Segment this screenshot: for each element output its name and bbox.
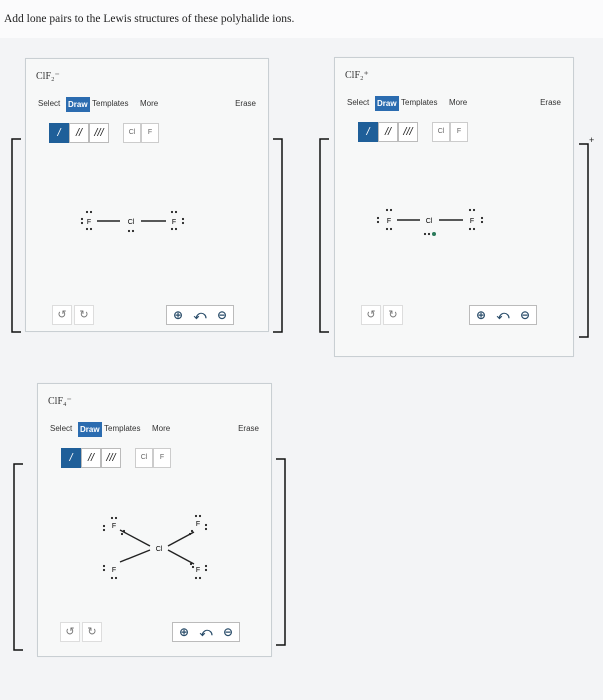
triple-bond-button[interactable]: ///	[398, 122, 418, 142]
triple-bond-button[interactable]: ///	[101, 448, 121, 468]
templates-menu[interactable]: Templates	[401, 98, 437, 107]
draw-tool[interactable]: Draw	[78, 422, 102, 437]
draw-tool[interactable]: Draw	[66, 97, 90, 112]
fluorine-element-button[interactable]: F	[141, 123, 159, 143]
double-bond-button[interactable]: //	[81, 448, 101, 468]
reset-zoom-icon[interactable]: ⤺	[189, 306, 211, 324]
atom-cl-center[interactable]: Cl	[426, 218, 433, 225]
templates-menu[interactable]: Templates	[104, 424, 140, 433]
atom-cl-center[interactable]: Cl	[156, 546, 163, 553]
erase-tool[interactable]: Erase	[235, 99, 256, 108]
right-bracket-panel-2	[579, 143, 589, 338]
editor-toolbar: Select Draw Templates More Erase	[343, 96, 565, 112]
zoom-out-icon[interactable]: ⊖	[217, 623, 239, 641]
chlorine-element-button[interactable]: Cl	[432, 122, 450, 142]
fluorine-element-button[interactable]: F	[153, 448, 171, 468]
undo-icon[interactable]: ↺	[60, 622, 80, 642]
atom-f-left[interactable]: F	[387, 218, 391, 225]
atom-f-top-right[interactable]: F	[196, 521, 200, 528]
double-bond-button[interactable]: //	[378, 122, 398, 142]
erase-tool[interactable]: Erase	[238, 424, 259, 433]
lewis-structure-canvas[interactable]: F Cl F	[74, 207, 194, 239]
atom-f-bottom-left[interactable]: F	[112, 567, 116, 574]
zoom-controls: ⊕ ⤺ ⊖	[469, 305, 537, 325]
panel-title: ClF₄⁻	[48, 396, 72, 407]
double-bond-button[interactable]: //	[69, 123, 89, 143]
atom-f-top-left[interactable]: F	[112, 523, 116, 530]
lewis-structure-canvas[interactable]: Cl F F F F	[98, 510, 218, 588]
single-bond-button[interactable]: /	[49, 123, 69, 143]
charge-plus-sign: +	[589, 135, 595, 145]
atom-f-right[interactable]: F	[470, 218, 474, 225]
reset-zoom-icon[interactable]: ⤺	[195, 623, 217, 641]
zoom-out-icon[interactable]: ⊖	[211, 306, 233, 324]
single-bond-button[interactable]: /	[61, 448, 81, 468]
right-bracket-panel-3	[276, 458, 286, 646]
left-bracket-panel-3	[13, 463, 23, 651]
atom-cl-center[interactable]: Cl	[128, 219, 135, 226]
editor-toolbar: Select Draw Templates More Erase	[34, 97, 260, 113]
zoom-controls: ⊕ ⤺ ⊖	[172, 622, 240, 642]
draw-tool[interactable]: Draw	[375, 96, 399, 111]
more-menu[interactable]: More	[152, 424, 170, 433]
fluorine-element-button[interactable]: F	[450, 122, 468, 142]
panel-title: ClF₂⁻	[36, 71, 60, 82]
lewis-structure-canvas[interactable]: F Cl F	[373, 202, 503, 242]
atom-f-left[interactable]: F	[87, 219, 91, 226]
lewis-editor-clf2-plus: ClF₂⁺ Select Draw Templates More Erase /…	[334, 57, 574, 357]
undo-icon[interactable]: ↺	[52, 305, 72, 325]
zoom-out-icon[interactable]: ⊖	[514, 306, 536, 324]
selected-electron-dot	[432, 232, 436, 236]
left-bracket-panel-1	[11, 138, 21, 333]
single-bond-button[interactable]: /	[358, 122, 378, 142]
templates-menu[interactable]: Templates	[92, 99, 128, 108]
more-menu[interactable]: More	[140, 99, 158, 108]
question-header: Add lone pairs to the Lewis structures o…	[0, 0, 603, 38]
atom-f-bottom-right[interactable]: F	[196, 567, 200, 574]
more-menu[interactable]: More	[449, 98, 467, 107]
atom-f-right[interactable]: F	[172, 219, 176, 226]
right-bracket-panel-1	[273, 138, 283, 333]
chlorine-element-button[interactable]: Cl	[123, 123, 141, 143]
erase-tool[interactable]: Erase	[540, 98, 561, 107]
lewis-editor-clf4-minus: ClF₄⁻ Select Draw Templates More Erase /…	[37, 383, 272, 657]
triple-bond-button[interactable]: ///	[89, 123, 109, 143]
left-bracket-panel-2	[319, 138, 329, 333]
chlorine-element-button[interactable]: Cl	[135, 448, 153, 468]
reset-zoom-icon[interactable]: ⤺	[492, 306, 514, 324]
zoom-in-icon[interactable]: ⊕	[470, 306, 492, 324]
zoom-in-icon[interactable]: ⊕	[167, 306, 189, 324]
select-tool[interactable]: Select	[347, 98, 369, 107]
redo-icon[interactable]: ↻	[383, 305, 403, 325]
zoom-controls: ⊕ ⤺ ⊖	[166, 305, 234, 325]
redo-icon[interactable]: ↻	[74, 305, 94, 325]
select-tool[interactable]: Select	[38, 99, 60, 108]
undo-icon[interactable]: ↺	[361, 305, 381, 325]
redo-icon[interactable]: ↻	[82, 622, 102, 642]
question-prompt: Add lone pairs to the Lewis structures o…	[4, 13, 295, 25]
panel-title: ClF₂⁺	[345, 70, 369, 81]
select-tool[interactable]: Select	[50, 424, 72, 433]
lewis-editor-clf2-minus: ClF₂⁻ Select Draw Templates More Erase /…	[25, 58, 269, 332]
zoom-in-icon[interactable]: ⊕	[173, 623, 195, 641]
editor-toolbar: Select Draw Templates More Erase	[46, 422, 263, 438]
